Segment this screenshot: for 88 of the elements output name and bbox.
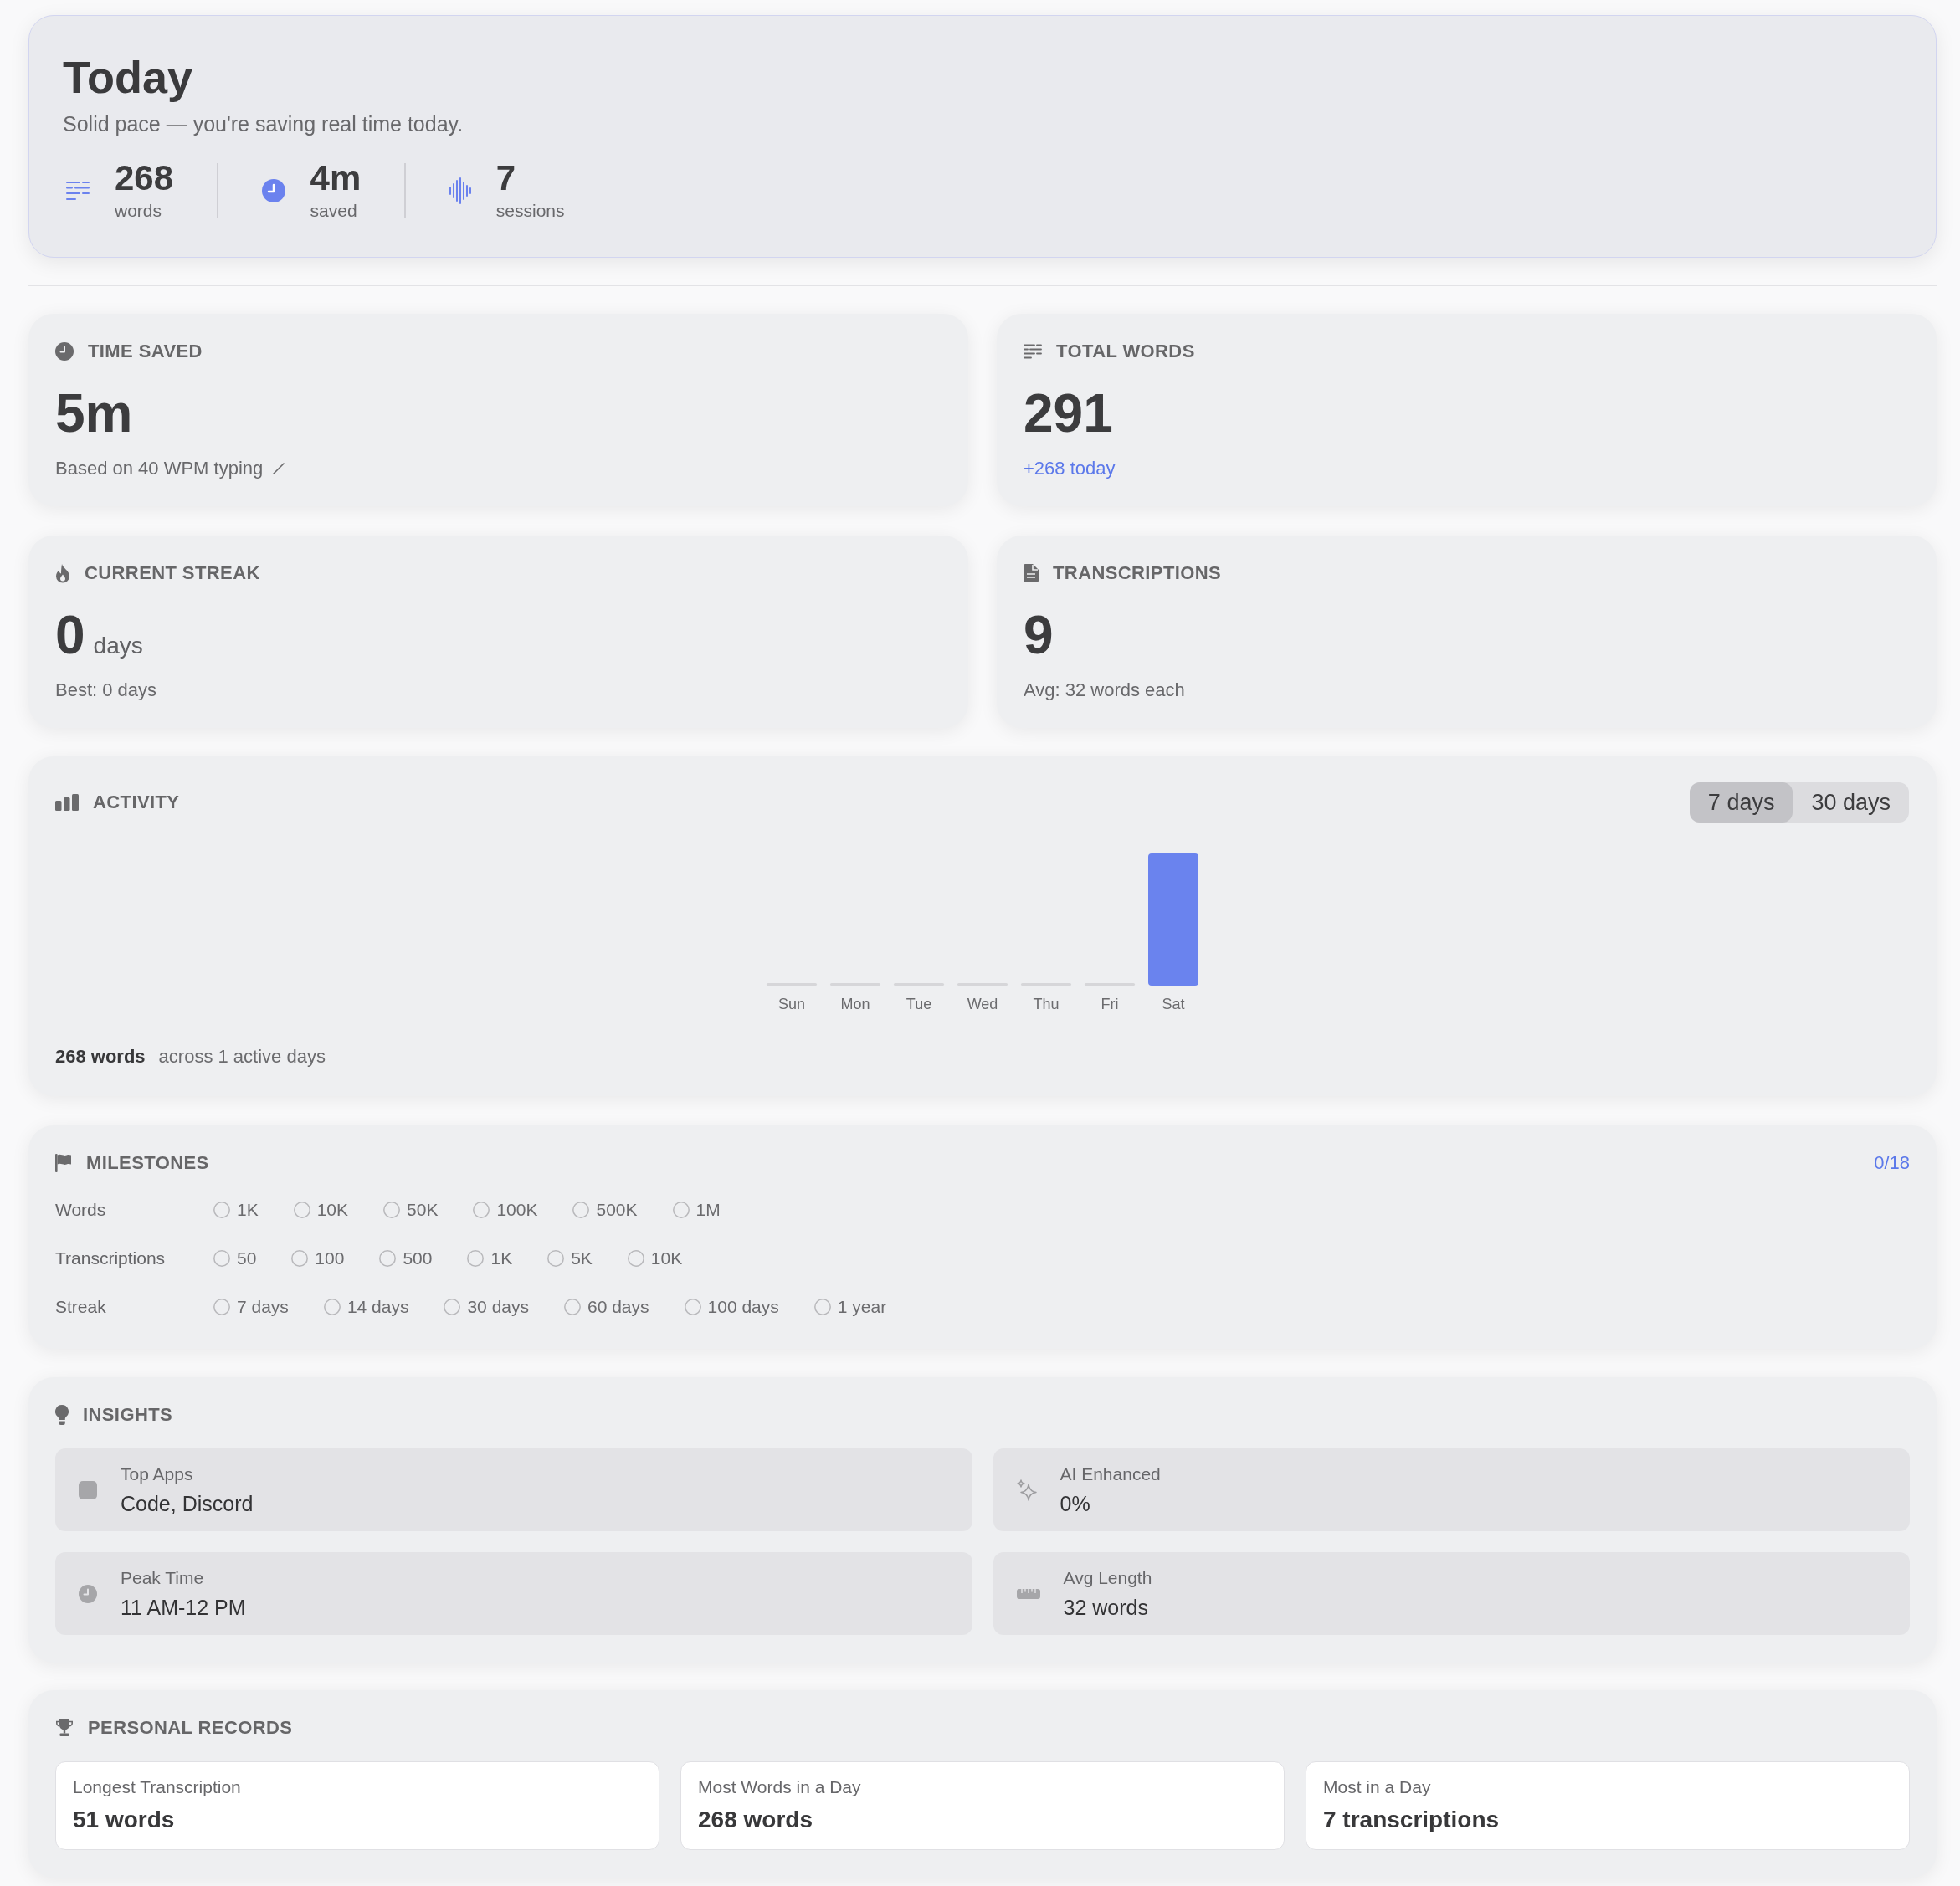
milestone-label: 1M: [695, 1199, 721, 1221]
record-value: 7 transcriptions: [1323, 1806, 1500, 1834]
stat-label: saved: [310, 200, 357, 222]
document-icon: [1024, 564, 1039, 582]
milestone-label: 10K: [650, 1248, 683, 1269]
waveform-icon: [449, 177, 471, 204]
bar-chart-icon: [55, 794, 79, 811]
insight-label: AI Enhanced: [1060, 1463, 1161, 1485]
milestone-label: 100 days: [707, 1296, 779, 1318]
trophy-icon: [55, 1719, 74, 1737]
clock-icon: [55, 342, 74, 361]
stat-value: 4m: [310, 159, 362, 197]
section-title: ACTIVITY: [93, 791, 180, 814]
stat-trend: +268 today: [1024, 457, 1116, 480]
day-label: Thu: [1033, 996, 1059, 1012]
lightbulb-icon: [55, 1405, 69, 1425]
progress-count: 0/18: [1874, 1151, 1910, 1175]
card-title: TIME SAVED: [88, 340, 203, 363]
summary-total: 268 words: [55, 1045, 146, 1069]
stat-note: Best: 0 days: [55, 679, 157, 702]
milestone-label: 30 days: [467, 1296, 529, 1318]
section-title: MILESTONES: [86, 1151, 209, 1175]
milestone-label: 14 days: [346, 1296, 409, 1318]
milestone-label: 100: [315, 1248, 345, 1269]
stat-label: words: [115, 200, 162, 222]
milestone-label: 7 days: [237, 1296, 289, 1318]
sparkle-icon: [1016, 1479, 1037, 1501]
text-lines-icon: [1024, 344, 1042, 359]
stat-value: 0: [55, 608, 85, 662]
milestone-category: Streak: [55, 1296, 106, 1318]
milestone-label: 100K: [496, 1199, 538, 1221]
app-square-icon: [79, 1480, 97, 1499]
stat-value: 5m: [55, 387, 133, 440]
clock-icon: [261, 178, 285, 202]
insight-value: 11 AM-12 PM: [121, 1595, 246, 1620]
insight-label: Avg Length: [1063, 1567, 1152, 1589]
milestone-label: 50: [237, 1248, 257, 1269]
day-label: Sat: [1162, 996, 1184, 1012]
day-label: Tue: [906, 996, 931, 1012]
stat-value: 291: [1024, 387, 1113, 440]
range-tab[interactable]: 7 days: [1689, 782, 1793, 823]
milestone-label: 500: [403, 1248, 433, 1269]
page-title: Today: [63, 51, 192, 103]
insight-value: 0%: [1060, 1491, 1090, 1516]
milestone-category: Words: [55, 1199, 106, 1221]
record-label: Most in a Day: [1323, 1776, 1431, 1798]
insight-value: 32 words: [1063, 1595, 1148, 1620]
day-label: Sun: [777, 996, 805, 1012]
milestone-label: 60 days: [587, 1296, 649, 1318]
stat-value: 7: [495, 159, 516, 197]
record-value: 268 words: [698, 1806, 813, 1834]
milestone-label: 500K: [596, 1199, 638, 1221]
flag-icon: [55, 1154, 72, 1172]
clock-icon: [79, 1584, 97, 1603]
milestone-label: 50K: [407, 1199, 439, 1221]
card-title: TOTAL WORDS: [1056, 340, 1195, 363]
milestone-label: 1K: [490, 1248, 513, 1269]
section-title: PERSONAL RECORDS: [88, 1716, 293, 1740]
text-lines-icon: [66, 180, 90, 201]
card-title: TRANSCRIPTIONS: [1053, 561, 1222, 585]
stat-value: 268: [115, 159, 174, 197]
page-subtitle: Solid pace — you're saving real time today.: [63, 111, 464, 137]
insight-label: Peak Time: [121, 1567, 204, 1589]
day-label: Wed: [967, 996, 998, 1012]
day-label: Fri: [1101, 996, 1118, 1012]
section-title: INSIGHTS: [83, 1403, 173, 1427]
milestone-label: 1 year: [837, 1296, 887, 1318]
stat-note: Avg: 32 words each: [1024, 679, 1185, 702]
milestone-label: 1K: [237, 1199, 259, 1221]
record-label: Most Words in a Day: [698, 1776, 861, 1798]
stat-value: 9: [1024, 608, 1054, 662]
day-label: Mon: [840, 996, 870, 1012]
ruler-icon: [1016, 1587, 1040, 1600]
flame-icon: [55, 563, 70, 583]
range-tab[interactable]: 30 days: [1793, 782, 1909, 823]
card-title: CURRENT STREAK: [85, 561, 260, 585]
record-value: 51 words: [73, 1806, 175, 1834]
summary-detail: across 1 active days: [158, 1045, 326, 1069]
pencil-icon[interactable]: [273, 463, 285, 474]
stat-label: sessions: [495, 200, 565, 222]
stat-note: Based on 40 WPM typing: [55, 457, 264, 480]
milestone-label: 5K: [571, 1248, 593, 1269]
insight-value: Code, Discord: [121, 1491, 254, 1516]
milestone-label: 10K: [316, 1199, 349, 1221]
insight-label: Top Apps: [121, 1463, 193, 1485]
record-label: Longest Transcription: [73, 1776, 241, 1798]
milestone-category: Transcriptions: [55, 1248, 166, 1269]
stat-unit: days: [93, 633, 143, 659]
